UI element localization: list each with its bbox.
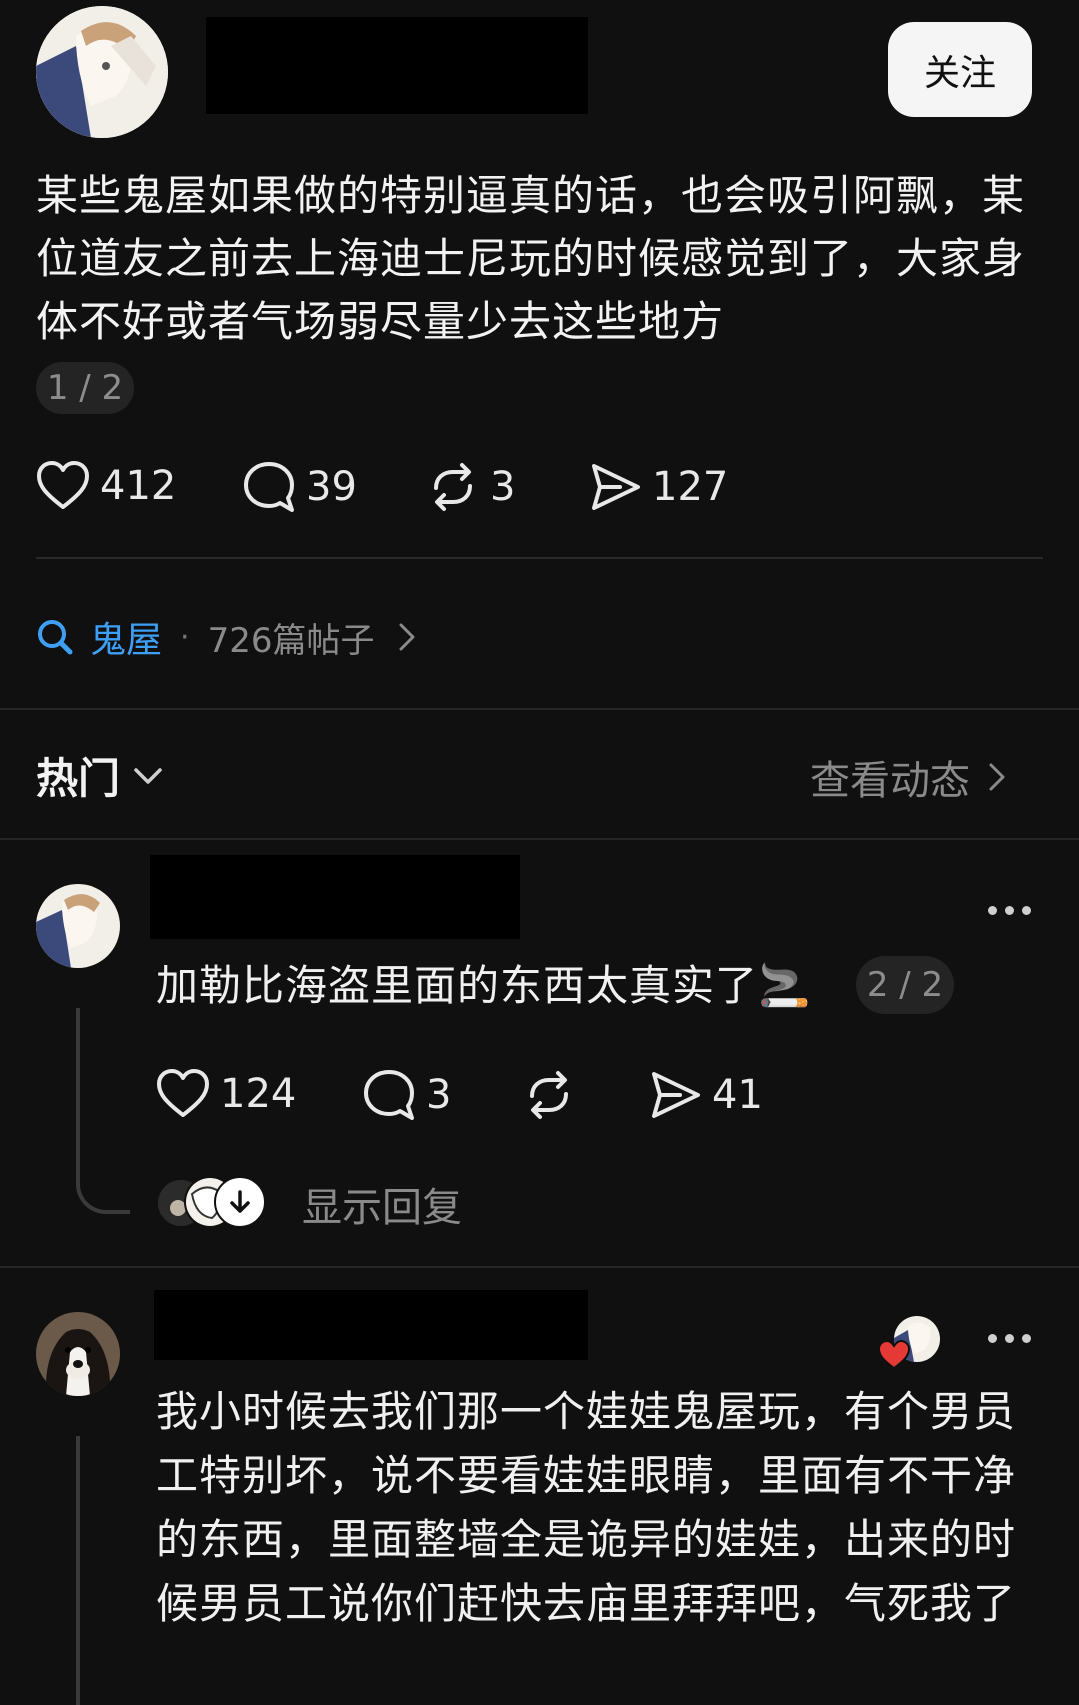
share-button[interactable]: 127 <box>588 460 728 514</box>
comment-repost-button[interactable] <box>522 1068 576 1122</box>
sort-dropdown[interactable]: 热门 <box>36 745 166 806</box>
chevron-right-icon <box>989 763 1005 791</box>
comment-icon <box>364 1070 414 1120</box>
comment-text: 我小时候去我们那一个娃娃鬼屋玩，有个男员工特别坏，说不要看娃娃眼睛，里面有不干净… <box>156 1387 1017 1628</box>
redacted-username <box>154 1290 588 1360</box>
topic-post-count: 726篇帖子 <box>207 620 375 661</box>
repost-icon <box>530 1071 568 1119</box>
section-divider <box>0 708 1079 710</box>
thread-line <box>76 1008 80 1163</box>
chevron-right-icon <box>399 623 415 651</box>
heart-icon <box>157 1069 209 1117</box>
repost-icon <box>434 463 472 511</box>
comment-button[interactable]: 39 <box>242 460 357 514</box>
image-page-indicator: 2 / 2 <box>856 956 954 1014</box>
commenter-avatar[interactable] <box>36 1312 120 1396</box>
topic-separator: · <box>180 619 190 655</box>
like-button[interactable]: 412 <box>36 460 176 512</box>
view-activity-link[interactable]: 查看动态 <box>810 748 1012 806</box>
heart-icon <box>37 461 89 509</box>
like-count: 124 <box>220 1071 297 1117</box>
comment-reply-button[interactable]: 3 <box>362 1068 451 1122</box>
heart-icon <box>878 1340 910 1370</box>
topic-name: 鬼屋 <box>90 620 163 661</box>
comment-count: 39 <box>306 464 357 510</box>
share-count: 41 <box>712 1072 763 1118</box>
show-replies-link[interactable]: 显示回复 <box>302 1175 462 1233</box>
thread-line <box>76 1154 130 1214</box>
more-options-button[interactable] <box>988 1334 1031 1343</box>
comment-share-button[interactable]: 41 <box>648 1068 763 1122</box>
author-avatar[interactable] <box>36 6 168 138</box>
share-count: 127 <box>652 464 729 510</box>
sort-label: 热门 <box>36 754 121 803</box>
section-divider <box>0 1266 1079 1268</box>
send-icon <box>652 1072 700 1118</box>
divider <box>36 557 1043 559</box>
repost-count: 3 <box>490 464 516 510</box>
thread-line <box>76 1436 80 1705</box>
topic-link[interactable]: 鬼屋 · 726篇帖子 <box>36 612 422 662</box>
chevron-down-icon <box>134 767 162 784</box>
repost-button[interactable]: 3 <box>426 460 515 514</box>
more-options-button[interactable] <box>988 906 1031 915</box>
comment-count: 3 <box>426 1072 452 1118</box>
view-activity-label: 查看动态 <box>810 758 970 804</box>
image-page-indicator: 1 / 2 <box>36 362 134 414</box>
redacted-username <box>206 17 588 114</box>
arrow-down-icon <box>230 1190 250 1213</box>
send-icon <box>592 464 640 510</box>
expand-replies-icon[interactable] <box>214 1176 266 1228</box>
section-divider <box>0 838 1079 840</box>
post-text: 某些鬼屋如果做的特别逼真的话，也会吸引阿飘，某位道友之前去上海迪士尼玩的时候感觉… <box>36 171 1026 346</box>
comment-like-button[interactable]: 124 <box>156 1068 296 1120</box>
search-icon <box>38 620 73 655</box>
redacted-username <box>150 855 520 939</box>
commenter-avatar[interactable] <box>36 884 120 968</box>
comment-icon <box>244 462 294 512</box>
follow-button[interactable]: 关注 <box>888 22 1032 117</box>
comment-text: 加勒比海盗里面的东西太真实了🚬 <box>156 961 812 1010</box>
like-count: 412 <box>100 463 177 509</box>
